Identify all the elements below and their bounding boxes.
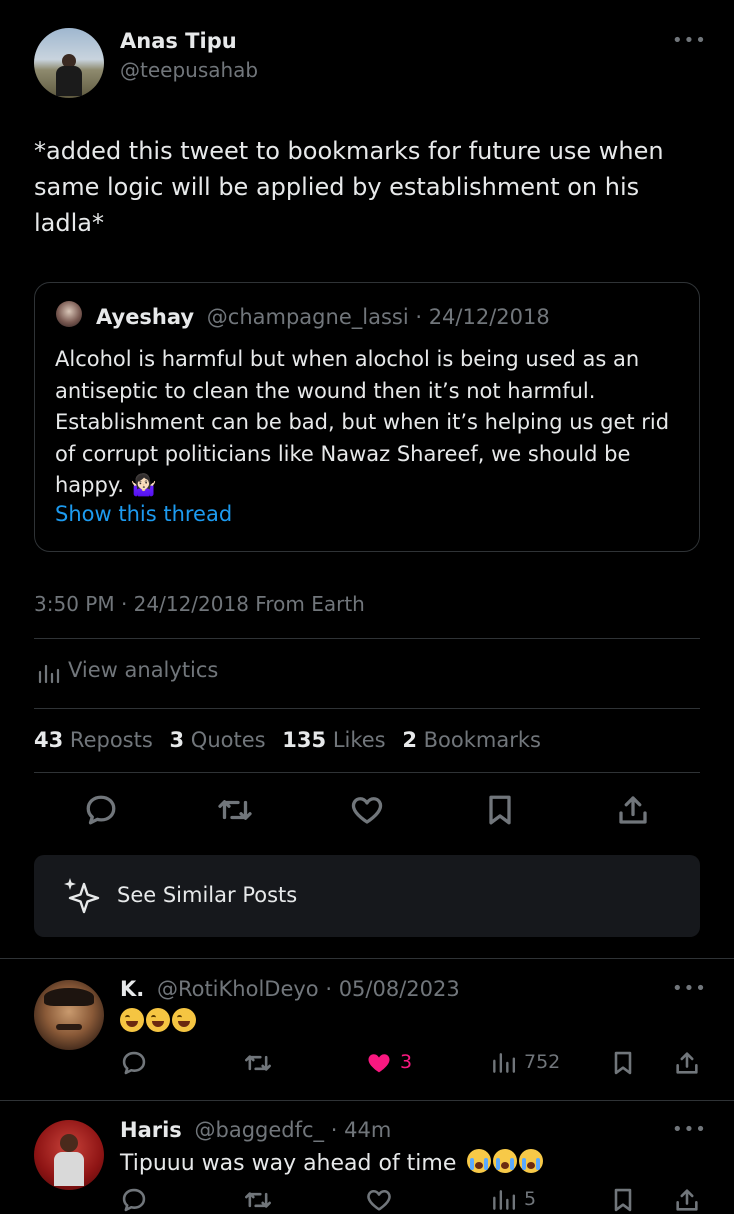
- reply-icon[interactable]: [83, 792, 119, 828]
- stats-row: 43 Reposts 3 Quotes 135 Likes 2 Bookmark…: [34, 728, 541, 752]
- crying-emoji: [519, 1149, 544, 1173]
- views-icon: [493, 1053, 516, 1073]
- quote-date: · 24/12/2018: [415, 305, 550, 329]
- reply-2-avatar[interactable]: [34, 1120, 104, 1190]
- reply-2-date: · 44m: [330, 1118, 392, 1142]
- reply-1-text: [120, 1008, 198, 1038]
- sparkle-icon: [64, 878, 100, 914]
- bookmark-icon[interactable]: [482, 792, 518, 828]
- reply-1-avatar[interactable]: [34, 980, 104, 1050]
- bookmarks-stat[interactable]: 2 Bookmarks: [402, 728, 541, 752]
- rofl-emoji: [120, 1008, 144, 1032]
- analytics-icon: [38, 664, 60, 684]
- quote-author-name: Ayeshay: [96, 305, 195, 329]
- reply-1-author-handle[interactable]: @RotiKholDeyo: [157, 977, 319, 1001]
- see-similar-posts-button[interactable]: See Similar Posts: [34, 855, 700, 937]
- reply-2-author-name[interactable]: Haris: [120, 1118, 182, 1142]
- reply-1-share-icon[interactable]: [673, 1049, 701, 1077]
- reply-2-like-icon[interactable]: [365, 1186, 393, 1214]
- like-icon[interactable]: [349, 792, 385, 828]
- reply-2-text: Tipuuu was way ahead of time: [120, 1149, 545, 1176]
- repost-icon[interactable]: [217, 792, 253, 828]
- reply-2-reply-icon[interactable]: [120, 1186, 148, 1214]
- crying-emoji: [467, 1149, 492, 1173]
- reply-1-repost-icon[interactable]: [244, 1049, 272, 1077]
- crying-emoji: [493, 1149, 518, 1173]
- quotes-stat[interactable]: 3 Quotes: [169, 728, 265, 752]
- author-handle[interactable]: @teepusahab: [120, 58, 258, 82]
- author-name[interactable]: Anas Tipu: [120, 29, 237, 53]
- reply-1-date: · 05/08/2023: [325, 977, 460, 1001]
- see-similar-posts-label: See Similar Posts: [117, 883, 298, 907]
- likes-stat[interactable]: 135 Likes: [282, 728, 385, 752]
- quote-text: Alcohol is harmful but when alochol is b…: [55, 347, 670, 497]
- reply-1-reply-icon[interactable]: [120, 1049, 148, 1077]
- quote-author-handle: @champagne_lassi: [206, 305, 409, 329]
- tweet-text: *added this tweet to bookmarks for futur…: [34, 137, 664, 237]
- reply-2-author-handle[interactable]: @baggedfc_: [195, 1118, 325, 1142]
- reply-2-reply-count: 5: [524, 1188, 537, 1210]
- rofl-emoji: [146, 1008, 170, 1032]
- reply-2-text-body: Tipuuu was way ahead of time: [120, 1151, 457, 1176]
- reply-1-more-icon[interactable]: •••: [672, 978, 707, 999]
- reply-1-view-count: 752: [524, 1051, 561, 1073]
- reply-1-like-count: 3: [400, 1051, 413, 1073]
- view-analytics-label: View analytics: [68, 658, 219, 682]
- share-icon[interactable]: [615, 792, 651, 828]
- quote-author-avatar: [56, 301, 82, 327]
- reply-2-more-icon[interactable]: •••: [672, 1119, 707, 1140]
- reposts-stat[interactable]: 43 Reposts: [34, 728, 153, 752]
- more-options-icon[interactable]: •••: [672, 30, 707, 51]
- reply-2-bookmark-icon[interactable]: [609, 1186, 637, 1214]
- tweet-timestamp: 3:50 PM · 24/12/2018 From Earth: [34, 592, 365, 616]
- quoted-tweet-card[interactable]: Ayeshay @champagne_lassi · 24/12/2018 Al…: [34, 282, 700, 552]
- views-icon: [493, 1190, 516, 1210]
- reply-1-author-name[interactable]: K.: [120, 977, 144, 1001]
- reply-2-share-icon[interactable]: [673, 1186, 701, 1214]
- show-thread-link[interactable]: Show this thread: [55, 502, 232, 526]
- reply-2-repost-icon[interactable]: [244, 1186, 272, 1214]
- rofl-emoji: [172, 1008, 196, 1032]
- author-avatar[interactable]: [34, 28, 104, 98]
- reply-1-bookmark-icon[interactable]: [609, 1049, 637, 1077]
- heart-filled-icon: [368, 1054, 390, 1073]
